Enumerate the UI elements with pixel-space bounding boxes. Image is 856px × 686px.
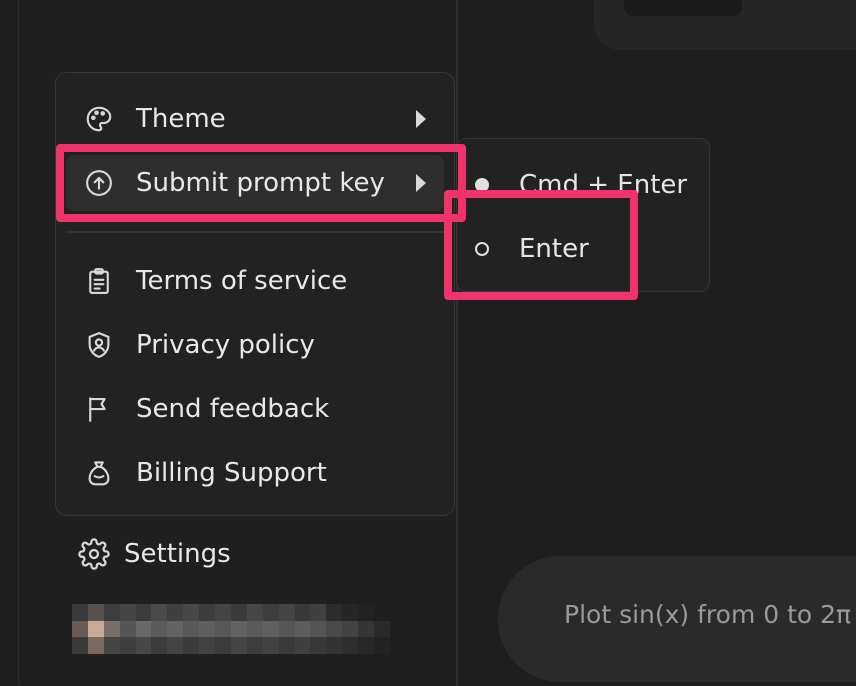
app-window: Theme Submit prompt key Terms of service… (0, 0, 856, 686)
menu-divider (66, 231, 444, 233)
gear-icon (78, 538, 110, 570)
arrow-up-circle-icon (84, 168, 114, 198)
shield-icon (84, 330, 114, 360)
menu-item-billing-support[interactable]: Billing Support (66, 445, 444, 501)
option-label: Enter (519, 234, 589, 264)
palette-icon (84, 104, 114, 134)
settings-button[interactable]: Settings (78, 532, 231, 576)
prompt-suggestion-text: Plot sin(x) from 0 to 2π (564, 600, 852, 629)
top-card (594, 0, 856, 50)
menu-item-privacy-policy[interactable]: Privacy policy (66, 317, 444, 373)
radio-unselected-icon (475, 242, 489, 256)
money-bag-icon (84, 458, 114, 488)
prompt-suggestion[interactable]: Plot sin(x) from 0 to 2π (498, 556, 856, 682)
menu-item-label: Terms of service (136, 266, 348, 296)
settings-label: Settings (124, 539, 231, 569)
menu-item-label: Theme (136, 104, 226, 134)
option-enter[interactable]: Enter (457, 221, 709, 277)
submit-key-submenu: Cmd + Enter Enter (456, 138, 710, 292)
option-cmd-enter[interactable]: Cmd + Enter (457, 157, 709, 213)
menu-item-submit-prompt-key[interactable]: Submit prompt key (66, 155, 444, 211)
menu-item-label: Submit prompt key (136, 168, 385, 198)
radio-selected-icon (475, 178, 489, 192)
menu-item-label: Billing Support (136, 458, 327, 488)
menu-item-terms-of-service[interactable]: Terms of service (66, 253, 444, 309)
menu-item-label: Send feedback (136, 394, 330, 424)
option-label: Cmd + Enter (519, 170, 688, 200)
top-card-preview (624, 0, 742, 16)
chevron-right-icon (416, 174, 426, 192)
chevron-right-icon (416, 110, 426, 128)
user-profile-blurred[interactable] (72, 604, 390, 654)
clipboard-icon (84, 266, 114, 296)
menu-item-send-feedback[interactable]: Send feedback (66, 381, 444, 437)
flag-icon (84, 394, 114, 424)
settings-menu: Theme Submit prompt key Terms of service… (55, 72, 455, 516)
menu-item-theme[interactable]: Theme (66, 91, 444, 147)
sidebar-divider (456, 0, 457, 686)
menu-item-label: Privacy policy (136, 330, 315, 360)
